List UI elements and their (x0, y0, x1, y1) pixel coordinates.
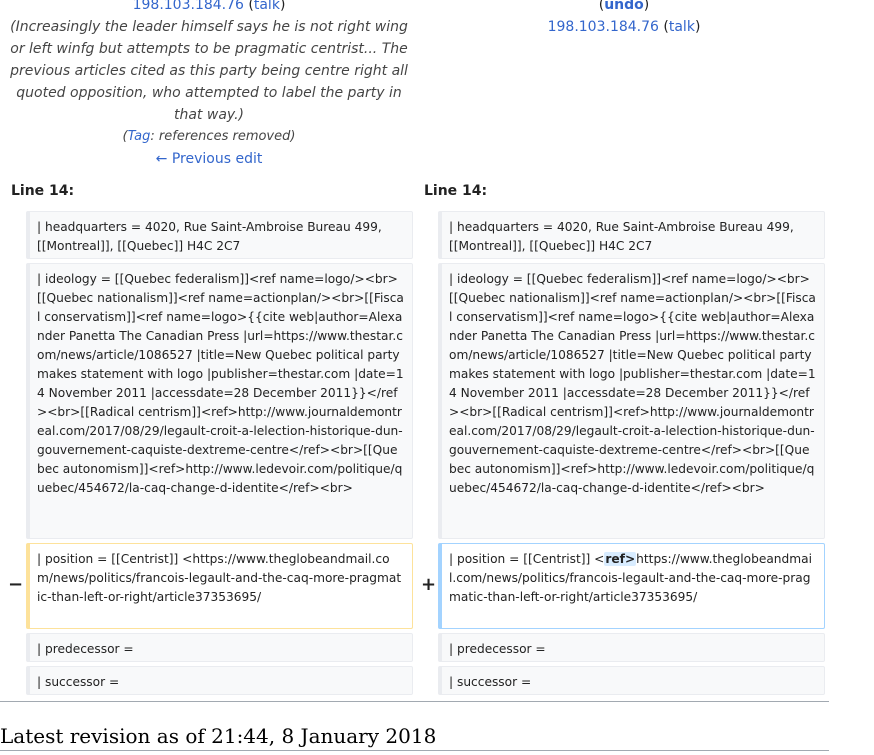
previous-edit-link[interactable]: ← Previous edit (156, 151, 263, 167)
inserted-text: ref> (604, 552, 637, 566)
context-predecessor-old: | predecessor = (26, 633, 413, 662)
old-user-ip-link[interactable]: 198.103.184.76 (133, 0, 244, 13)
old-revision-header: 198.103.184.76 (talk) (Increasingly the … (10, 0, 408, 170)
old-user-talk-link[interactable]: talk (254, 0, 280, 13)
context-ideology-old: | ideology = [[Quebec federalism]]<ref n… (26, 263, 413, 539)
added-position-line: | position = [[Centrist]] <ref>https://w… (438, 543, 825, 629)
left-line-number: Line 14: (11, 183, 75, 199)
heading-underline (0, 750, 829, 751)
added-line-marker: + (421, 574, 437, 595)
context-headquarters-old: | headquarters = 4020, Rue Saint-Ambrois… (26, 211, 413, 259)
new-user-ip-link[interactable]: 198.103.184.76 (548, 19, 659, 35)
deleted-position-line: | position = [[Centrist]] <https://www.t… (26, 543, 413, 629)
right-line-number: Line 14: (424, 183, 488, 199)
undo-link[interactable]: undo (604, 0, 644, 13)
tag-link[interactable]: Tag (128, 129, 151, 144)
old-revision-user: 198.103.184.76 (talk) (10, 0, 408, 16)
context-successor-new: | successor = (438, 666, 825, 695)
edit-summary: (Increasingly the leader himself says he… (10, 19, 408, 123)
context-successor-old: | successor = (26, 666, 413, 695)
new-user-talk-link[interactable]: talk (669, 19, 695, 35)
tag-line: (Tag: references removed) (122, 129, 296, 144)
context-ideology-new: | ideology = [[Quebec federalism]]<ref n… (438, 263, 825, 539)
tag-value: references removed (158, 129, 291, 144)
context-headquarters-new: | headquarters = 4020, Rue Saint-Ambrois… (438, 211, 825, 259)
divider (0, 701, 829, 702)
new-revision-header: (undo) 198.103.184.76 (talk) (424, 0, 824, 38)
context-predecessor-new: | predecessor = (438, 633, 825, 662)
added-text-pre: | position = [[Centrist]] < (449, 552, 605, 566)
deleted-line-marker: − (8, 574, 24, 595)
latest-revision-heading: Latest revision as of 21:44, 8 January 2… (0, 724, 437, 748)
